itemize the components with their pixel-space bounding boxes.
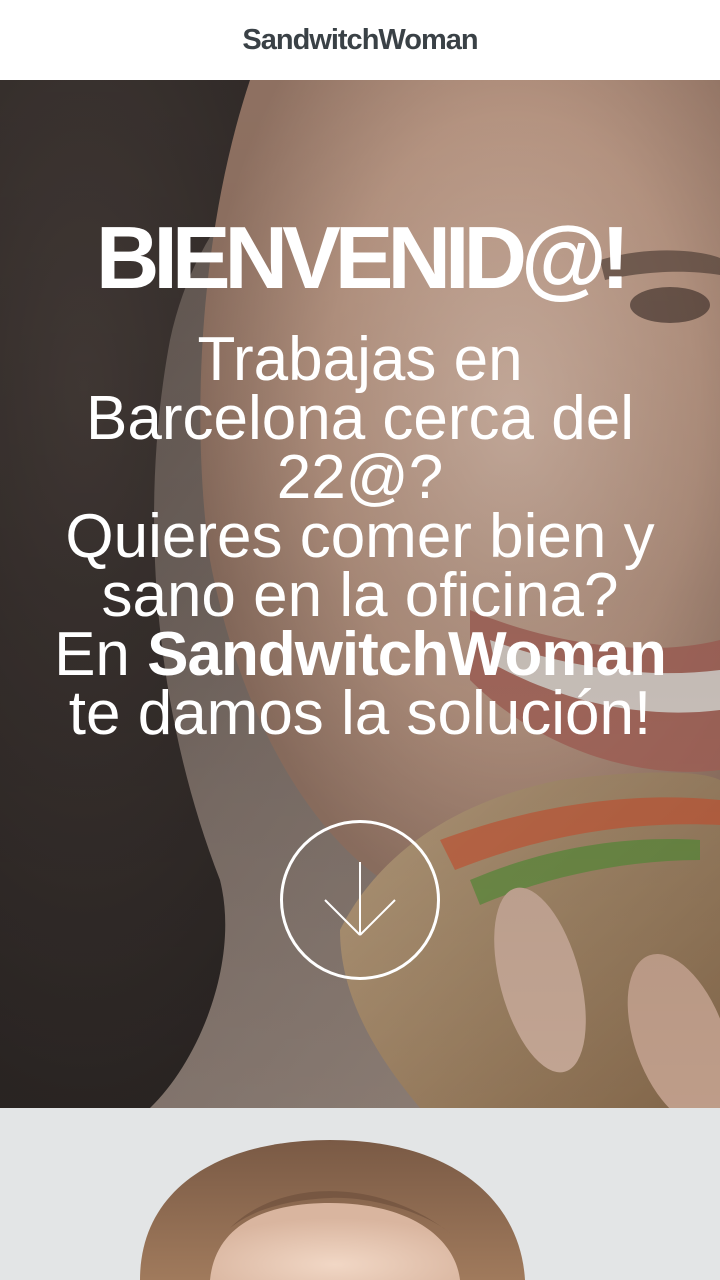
hero-section: BIENVENID@! Trabajas en Barcelona cerca … (0, 80, 720, 1108)
team-photo-section (0, 1108, 720, 1280)
hero-line-3: 22@? (276, 443, 444, 512)
top-bar: SandwitchWoman (0, 0, 720, 80)
scroll-down-button[interactable] (280, 820, 440, 980)
hero-line-1: Trabajas en (197, 325, 523, 394)
hero-line-5: sano en la oficina? (101, 561, 619, 630)
hero-title: BIENVENID@! (95, 208, 630, 307)
hero-line-6: En SandwitchWoman (40, 624, 680, 686)
team-member-photo (0, 1108, 720, 1280)
hero-line-4: Quieres comer bien y (65, 502, 655, 571)
brand-logo-link[interactable]: SandwitchWoman (242, 24, 478, 57)
arrow-down-icon (324, 862, 396, 936)
hero-line-2: Barcelona cerca del (86, 384, 634, 453)
hero-line-7: te damos la solución! (68, 679, 652, 748)
page: SandwitchWoman BIENVENID@! Trabajas en B… (0, 0, 720, 1280)
hero-description: Trabajas en Barcelona cerca del 22@? Qui… (40, 325, 680, 748)
